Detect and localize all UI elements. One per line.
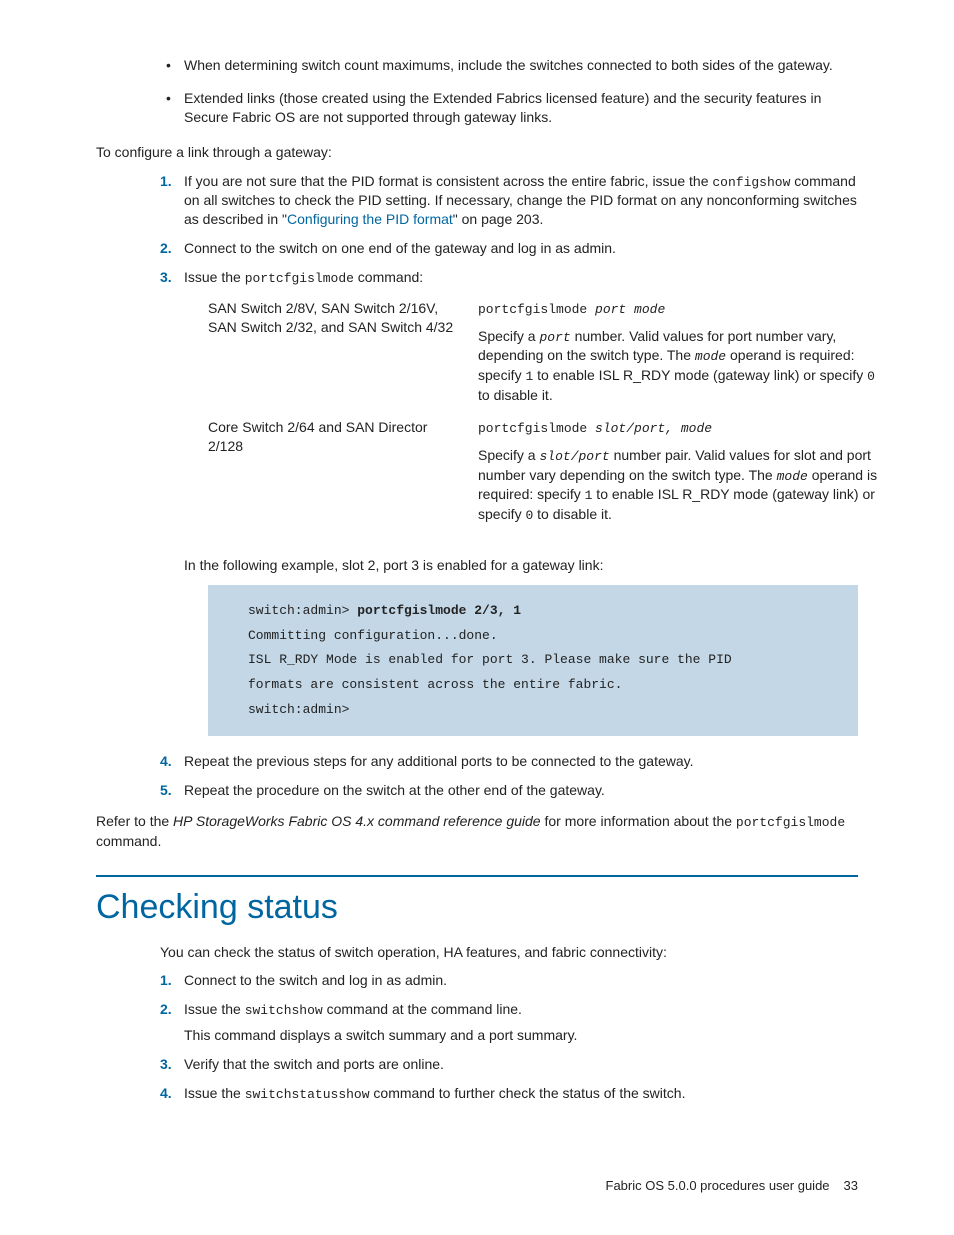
syntax-fixed: portcfgislmode [478, 421, 595, 436]
syntax-fixed: portcfgislmode [478, 302, 595, 317]
inline-code: configshow [712, 175, 790, 190]
reference-paragraph: Refer to the HP StorageWorks Fabric OS 4… [96, 812, 858, 850]
page: When determining switch count maximums, … [0, 0, 954, 1235]
table-row: SAN Switch 2/8V, SAN Switch 2/16V, SAN S… [208, 299, 882, 412]
step-subtext: This command displays a switch summary a… [184, 1026, 858, 1045]
inline-code: portcfgislmode [245, 271, 354, 286]
desc-literal: 0 [867, 369, 875, 384]
code-line: Committing configuration...done. [248, 628, 498, 643]
intro-bullets: When determining switch count maximums, … [160, 56, 858, 127]
ref-text: for more information about the [541, 813, 736, 829]
code-block: switch:admin> portcfgislmode 2/3, 1 Comm… [208, 585, 858, 736]
syntax-var: slot/port, mode [595, 421, 712, 436]
switch-models: Core Switch 2/64 and SAN Director 2/128 [208, 418, 478, 532]
command-table: SAN Switch 2/8V, SAN Switch 2/16V, SAN S… [208, 293, 882, 538]
switch-models: SAN Switch 2/8V, SAN Switch 2/16V, SAN S… [208, 299, 478, 412]
bullet-item: Extended links (those created using the … [160, 89, 858, 127]
step-text: Issue the [184, 269, 245, 285]
desc-text: to disable it. [533, 506, 612, 522]
configure-steps: If you are not sure that the PID format … [160, 172, 858, 801]
code-line: switch:admin> [248, 702, 349, 717]
syntax-var: port mode [595, 302, 665, 317]
step-item: Repeat the previous steps for any additi… [160, 752, 858, 771]
code-line: ISL R_RDY Mode is enabled for port 3. Pl… [248, 652, 732, 667]
content-column: When determining switch count maximums, … [160, 56, 858, 851]
command-detail: portcfgislmode slot/port, mode Specify a… [478, 418, 882, 532]
code-line: formats are consistent across the entire… [248, 677, 622, 692]
table-row: Core Switch 2/64 and SAN Director 2/128 … [208, 418, 882, 532]
ref-text: Refer to the [96, 813, 173, 829]
step-item: Issue the switchstatusshow command to fu… [160, 1084, 858, 1104]
page-footer: Fabric OS 5.0.0 procedures user guide 33 [606, 1177, 858, 1195]
step-text: If you are not sure that the PID format … [184, 173, 712, 189]
step-item: Connect to the switch and log in as admi… [160, 971, 858, 990]
ref-title: HP StorageWorks Fabric OS 4.x command re… [173, 813, 541, 829]
inline-code: switchstatusshow [245, 1087, 370, 1102]
example-intro: In the following example, slot 2, port 3… [184, 556, 858, 575]
footer-title: Fabric OS 5.0.0 procedures user guide [606, 1178, 830, 1193]
desc-var: mode [777, 469, 808, 484]
ref-text: command. [96, 833, 161, 849]
desc-var: mode [695, 349, 726, 364]
inline-code: switchshow [245, 1003, 323, 1018]
step-text: Issue the [184, 1085, 245, 1101]
lead-paragraph: To configure a link through a gateway: [96, 143, 858, 162]
bullet-item: When determining switch count maximums, … [160, 56, 858, 75]
step-item: Issue the portcfgislmode command: SAN Sw… [160, 268, 858, 737]
desc-text: Specify a [478, 447, 539, 463]
step-text: command to further check the status of t… [370, 1085, 686, 1101]
desc-text: to enable ISL R_RDY mode (gateway link) … [533, 367, 867, 383]
desc-text: Specify a [478, 328, 539, 344]
step-item: Issue the switchshow command at the comm… [160, 1000, 858, 1044]
step-text: " on page 203. [453, 211, 544, 227]
desc-var: slot/port [539, 449, 609, 464]
code-line: switch:admin> [248, 603, 357, 618]
content-column: You can check the status of switch opera… [160, 943, 858, 1104]
step-item: If you are not sure that the PID format … [160, 172, 858, 229]
step-text: command: [354, 269, 423, 285]
section-rule [96, 875, 858, 877]
step-text: Issue the [184, 1001, 245, 1017]
code-cmd: portcfgislmode 2/3, 1 [357, 603, 521, 618]
xref-link[interactable]: Configuring the PID format [287, 211, 453, 227]
status-steps: Connect to the switch and log in as admi… [160, 971, 858, 1103]
section-title: Checking status [96, 885, 858, 931]
inline-code: portcfgislmode [736, 815, 845, 830]
step-text: command at the command line. [323, 1001, 522, 1017]
status-lead: You can check the status of switch opera… [160, 943, 858, 962]
step-item: Repeat the procedure on the switch at th… [160, 781, 858, 800]
step-item: Connect to the switch on one end of the … [160, 239, 858, 258]
page-number: 33 [844, 1178, 858, 1193]
desc-var: port [539, 330, 570, 345]
step-item: Verify that the switch and ports are onl… [160, 1055, 858, 1074]
desc-text: to disable it. [478, 387, 553, 403]
command-detail: portcfgislmode port mode Specify a port … [478, 299, 882, 412]
